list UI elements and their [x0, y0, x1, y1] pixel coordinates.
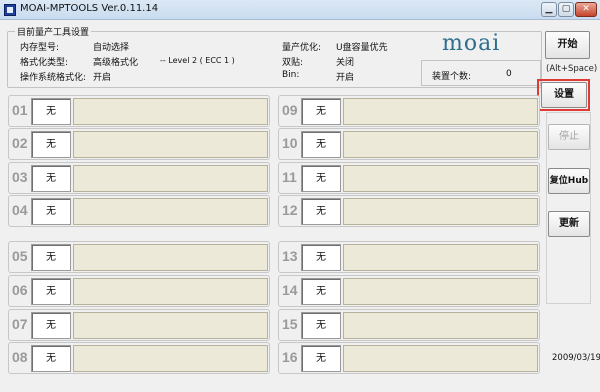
slot-progress-bar	[343, 165, 538, 192]
memory-type-value: 自动选择	[93, 43, 130, 53]
slot-progress-bar	[343, 198, 538, 225]
slot-status: 无	[301, 312, 341, 339]
dual-value: 关闭	[336, 58, 355, 68]
os-format-label: 操作系统格式化:	[20, 73, 87, 83]
port-slot: 11 无	[278, 162, 540, 194]
port-slot: 14 无	[278, 275, 540, 307]
settings-legend: 目前量产工具设置	[15, 25, 92, 38]
slot-progress-bar	[73, 165, 268, 192]
optimize-label: 量产优化:	[282, 43, 322, 53]
slot-progress-bar	[73, 345, 268, 372]
slot-status: 无	[31, 278, 71, 305]
slot-number: 08	[12, 349, 28, 365]
port-slot: 04 无	[8, 195, 270, 227]
slot-progress-bar	[343, 131, 538, 158]
format-type-label: 格式化类型:	[20, 58, 69, 68]
port-slot: 16 无	[278, 342, 540, 374]
slot-progress-bar	[343, 278, 538, 305]
slot-status: 无	[301, 98, 341, 125]
slot-progress-bar	[73, 98, 268, 125]
port-slot: 08 无	[8, 342, 270, 374]
port-slot: 05 无	[8, 241, 270, 273]
slot-status: 无	[301, 244, 341, 271]
slot-status: 无	[301, 278, 341, 305]
format-type-value: 高级格式化	[93, 58, 139, 68]
port-slot: 09 无	[278, 95, 540, 127]
slot-number: 01	[12, 102, 28, 118]
bin-label: Bin:	[282, 70, 300, 80]
slot-status: 无	[301, 345, 341, 372]
logo-text: moai	[442, 31, 500, 54]
slot-status: 无	[31, 98, 71, 125]
build-date: 2009/03/19	[552, 353, 600, 363]
start-button[interactable]: 开始	[545, 31, 590, 59]
slot-number: 03	[12, 169, 28, 185]
device-count-box: 装置个数: 0	[421, 60, 541, 86]
dual-label: 双贴:	[282, 58, 304, 68]
port-slot: 06 无	[8, 275, 270, 307]
slot-number: 15	[282, 316, 298, 332]
slot-progress-bar	[343, 244, 538, 271]
minimize-button[interactable]: ▁	[541, 2, 557, 17]
slot-number: 02	[12, 135, 28, 151]
port-slot: 15 无	[278, 309, 540, 341]
app-icon	[4, 4, 16, 16]
slot-progress-bar	[73, 198, 268, 225]
title-bar[interactable]: MOAI-MPTOOLS Ver.0.11.14 ▁ ▢ ✕	[0, 0, 600, 20]
slot-number: 16	[282, 349, 298, 365]
os-format-value: 开启	[93, 73, 112, 83]
slot-status: 无	[301, 198, 341, 225]
slot-number: 13	[282, 248, 298, 264]
memory-type-label: 内存型号:	[20, 43, 60, 53]
slot-progress-bar	[73, 244, 268, 271]
device-count-value: 0	[506, 69, 512, 79]
stop-button[interactable]: 停止	[548, 124, 590, 150]
reset-hub-button[interactable]: 复位Hub	[548, 168, 590, 194]
slot-status: 无	[31, 165, 71, 192]
port-slot: 13 无	[278, 241, 540, 273]
slot-number: 12	[282, 202, 298, 218]
device-count-label: 装置个数:	[432, 72, 472, 82]
port-slot: 10 无	[278, 128, 540, 160]
slot-number: 04	[12, 202, 28, 218]
slot-progress-bar	[73, 131, 268, 158]
slot-status: 无	[31, 198, 71, 225]
slot-status: 无	[31, 345, 71, 372]
port-slot: 03 无	[8, 162, 270, 194]
slot-number: 05	[12, 248, 28, 264]
port-slot: 12 无	[278, 195, 540, 227]
optimize-value: U盘容量优先	[336, 43, 388, 53]
slot-progress-bar	[73, 312, 268, 339]
window-title: MOAI-MPTOOLS Ver.0.11.14	[20, 3, 159, 14]
slot-number: 10	[282, 135, 298, 151]
slot-number: 07	[12, 316, 28, 332]
bin-value: 开启	[336, 73, 355, 83]
slot-progress-bar	[343, 312, 538, 339]
slot-status: 无	[301, 131, 341, 158]
slot-progress-bar	[73, 278, 268, 305]
slot-status: 无	[31, 131, 71, 158]
level-text: -- Level 2 ( ECC 1 )	[160, 56, 235, 65]
start-shortcut-hint: (Alt+Space)	[546, 64, 598, 74]
slot-number: 06	[12, 282, 28, 298]
close-button[interactable]: ✕	[575, 2, 597, 17]
maximize-button[interactable]: ▢	[558, 2, 574, 17]
slot-progress-bar	[343, 98, 538, 125]
slot-status: 无	[31, 244, 71, 271]
port-slot: 02 无	[8, 128, 270, 160]
port-slot: 01 无	[8, 95, 270, 127]
refresh-button[interactable]: 更新	[548, 211, 590, 237]
slot-number: 09	[282, 102, 298, 118]
slot-progress-bar	[343, 345, 538, 372]
port-slot: 07 无	[8, 309, 270, 341]
slot-number: 14	[282, 282, 298, 298]
moai-logo: moai	[442, 31, 500, 54]
slot-status: 无	[301, 165, 341, 192]
settings-button[interactable]: 设置	[541, 82, 587, 108]
slot-status: 无	[31, 312, 71, 339]
slot-number: 11	[282, 169, 297, 185]
